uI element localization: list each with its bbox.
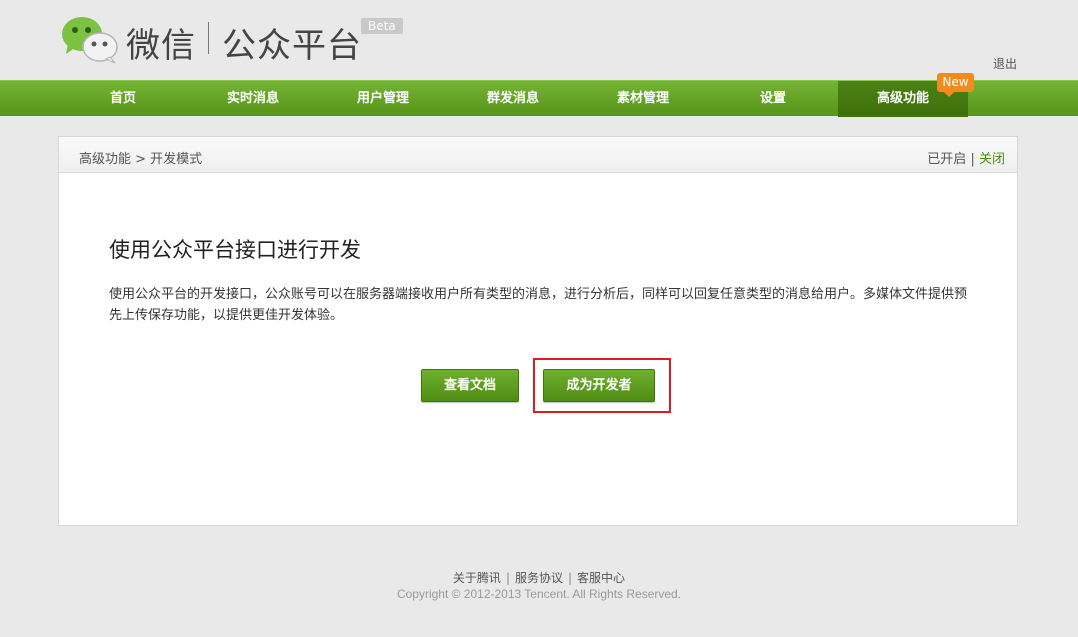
copyright-text: Copyright © 2012-2013 Tencent. All Right…: [396, 587, 682, 601]
new-badge: New: [937, 73, 974, 97]
footer-separator: |: [568, 571, 573, 585]
breadcrumb: 高级功能 > 开发模式: [79, 152, 203, 167]
footer-link-about-tencent[interactable]: 关于腾讯: [453, 571, 501, 585]
highlight-box: [533, 358, 671, 413]
nav-item-material-management[interactable]: 素材管理: [578, 81, 708, 117]
status-enabled-label: 已开启: [927, 152, 967, 167]
panel-title: 使用公众平台接口进行开发: [109, 238, 361, 262]
developer-mode-panel: 高级功能 > 开发模式 已开启 | 关闭 使用公众平台接口进行开发 使用公众平台…: [58, 136, 1018, 526]
logo-divider: [208, 22, 209, 54]
footer-link-customer-service[interactable]: 客服中心: [577, 571, 625, 585]
status-separator: |: [970, 152, 975, 167]
nav-item-home[interactable]: 首页: [58, 81, 188, 117]
nav-item-settings[interactable]: 设置: [708, 81, 838, 117]
panel-description: 使用公众平台的开发接口，公众账号可以在服务器端接收用户所有类型的消息，进行分析后…: [109, 287, 968, 323]
nav-item-realtime-messages[interactable]: 实时消息: [188, 81, 318, 117]
footer-separator: |: [505, 571, 510, 585]
panel-header: 高级功能 > 开发模式 已开启 | 关闭: [59, 137, 1017, 173]
footer-links: 关于腾讯 | 服务协议 | 客服中心: [0, 569, 1078, 586]
header: 微信 公众平台 Beta 退出: [0, 0, 1078, 80]
wechat-logo-icon[interactable]: [60, 14, 120, 64]
main-nav: 首页 实时消息 用户管理 群发消息 素材管理 设置 高级功能: [0, 80, 1078, 117]
nav-item-user-management[interactable]: 用户管理: [318, 81, 448, 117]
footer-link-service-agreement[interactable]: 服务协议: [515, 571, 563, 585]
mode-status: 已开启 | 关闭: [927, 148, 1005, 167]
logo-wechat-text: 微信: [126, 26, 196, 66]
logout-link[interactable]: 退出: [993, 55, 1017, 72]
beta-badge: Beta: [361, 18, 403, 34]
close-mode-link[interactable]: 关闭: [979, 152, 1005, 167]
nav-item-mass-messages[interactable]: 群发消息: [448, 81, 578, 117]
view-docs-button[interactable]: 查看文档: [421, 369, 519, 402]
logo-platform-text: 公众平台: [222, 26, 362, 66]
